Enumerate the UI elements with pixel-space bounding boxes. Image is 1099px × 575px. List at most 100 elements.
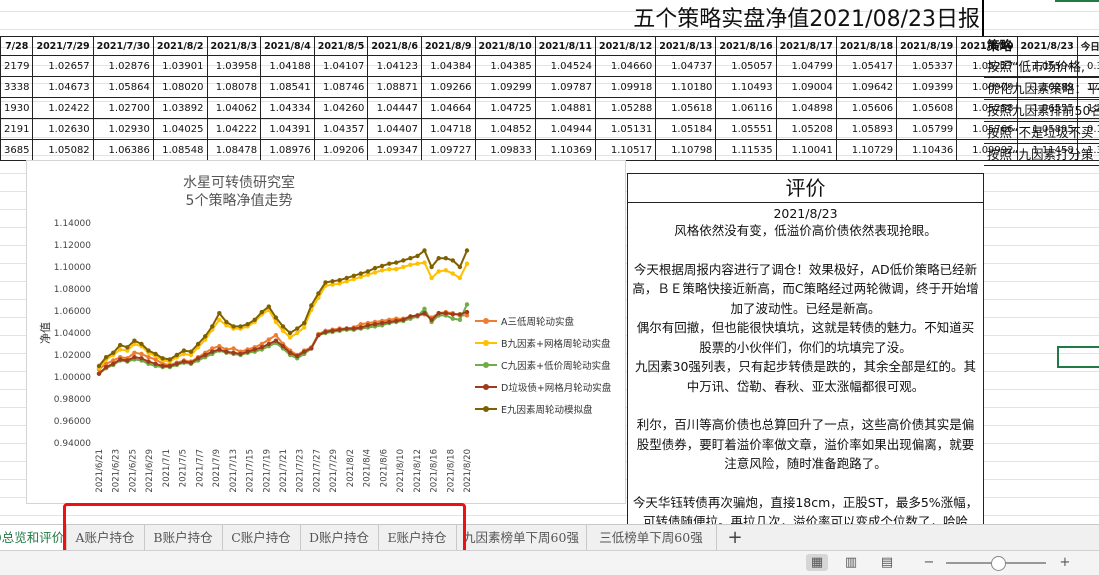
- table-cell[interactable]: 1.05618: [656, 98, 716, 119]
- table-cell[interactable]: 1.04725: [475, 98, 535, 119]
- table-cell[interactable]: 1.09833: [475, 140, 535, 161]
- table-cell[interactable]: 1.09266: [421, 77, 475, 98]
- table-cell[interactable]: 1.05208: [776, 119, 836, 140]
- table-cell[interactable]: 1.05893: [836, 119, 896, 140]
- table-cell[interactable]: 1.03958: [207, 56, 261, 77]
- table-cell[interactable]: 1.09727: [421, 140, 475, 161]
- table-cell[interactable]: 1.10493: [716, 77, 776, 98]
- table-cell[interactable]: 1.04944: [535, 119, 595, 140]
- table-cell[interactable]: 1.04898: [776, 98, 836, 119]
- table-cell[interactable]: 1.08548: [153, 140, 207, 161]
- table-cell[interactable]: 1.10798: [656, 140, 716, 161]
- table-cell[interactable]: 1.04357: [314, 119, 368, 140]
- table-cell[interactable]: 1.04123: [368, 56, 422, 77]
- table-cell[interactable]: 1.08871: [368, 77, 422, 98]
- nav-table[interactable]: 7/282021/7/292021/7/302021/8/22021/8/320…: [0, 36, 1099, 161]
- table-cell[interactable]: 1.04222: [207, 119, 261, 140]
- table-cell[interactable]: 2179: [1, 56, 33, 77]
- table-cell[interactable]: 2191: [1, 119, 33, 140]
- table-cell[interactable]: 1.02876: [93, 56, 153, 77]
- table-cell[interactable]: 1.02422: [33, 98, 93, 119]
- column-header[interactable]: 2021/8/10: [475, 37, 535, 56]
- column-header[interactable]: 2021/8/18: [836, 37, 896, 56]
- sheet-tab[interactable]: 三低榜单下周60强: [586, 525, 717, 551]
- strategy-cell[interactable]: 按照九因素排前50名: [984, 100, 1099, 122]
- table-cell[interactable]: 1.04062: [207, 98, 261, 119]
- table-cell[interactable]: 1.05057: [716, 56, 776, 77]
- table-cell[interactable]: 1.09918: [595, 77, 655, 98]
- table-cell[interactable]: 1.04107: [314, 56, 368, 77]
- column-header[interactable]: 2021/8/16: [716, 37, 776, 56]
- table-cell[interactable]: 1.09787: [535, 77, 595, 98]
- strategy-header[interactable]: 策略: [984, 36, 1099, 56]
- table-cell[interactable]: 1.04718: [421, 119, 475, 140]
- add-sheet-button[interactable]: +: [720, 525, 750, 551]
- table-cell[interactable]: 1.04260: [314, 98, 368, 119]
- table-cell[interactable]: 1.04737: [656, 56, 716, 77]
- table-cell[interactable]: 1.04799: [776, 56, 836, 77]
- comment-panel[interactable]: 评价 2021/8/23 风格依然没有变，低溢价高价债依然表现抢眼。今天根据周报…: [627, 173, 984, 524]
- table-cell[interactable]: 1.11535: [716, 140, 776, 161]
- sheet-tab[interactable]: 九因素榜单下周60强: [456, 525, 587, 551]
- table-cell[interactable]: 1.04385: [475, 56, 535, 77]
- column-header[interactable]: 2021/8/13: [656, 37, 716, 56]
- table-cell[interactable]: 1.08541: [261, 77, 315, 98]
- table-cell[interactable]: 1.09642: [836, 77, 896, 98]
- table-cell[interactable]: 1.10369: [535, 140, 595, 161]
- column-header[interactable]: 2021/8/9: [421, 37, 475, 56]
- table-cell[interactable]: 1.06116: [716, 98, 776, 119]
- table-cell[interactable]: 1.09399: [897, 77, 957, 98]
- column-header[interactable]: 2021/8/11: [535, 37, 595, 56]
- table-cell[interactable]: 1.05082: [33, 140, 93, 161]
- table-cell[interactable]: 1.04447: [368, 98, 422, 119]
- page-break-icon[interactable]: ▤: [876, 554, 898, 571]
- nav-chart[interactable]: 水星可转债研究室5个策略净值走势1.140001.120001.100001.0…: [26, 160, 626, 504]
- table-cell[interactable]: 1.04673: [33, 77, 93, 98]
- table-cell[interactable]: 1.04664: [421, 98, 475, 119]
- zoom-slider-knob[interactable]: [991, 556, 1006, 571]
- table-cell[interactable]: 1.05184: [656, 119, 716, 140]
- column-header[interactable]: 2021/7/30: [93, 37, 153, 56]
- column-header[interactable]: 2021/7/29: [33, 37, 93, 56]
- table-cell[interactable]: 1.04025: [153, 119, 207, 140]
- table-cell[interactable]: 1.02630: [33, 119, 93, 140]
- table-cell[interactable]: 1.03892: [153, 98, 207, 119]
- table-cell[interactable]: 1.09004: [776, 77, 836, 98]
- normal-view-icon[interactable]: ▦: [806, 554, 828, 571]
- strategy-cell[interactable]: 按照“九因素打分策: [984, 144, 1099, 166]
- column-header[interactable]: 2021/8/5: [314, 37, 368, 56]
- table-cell[interactable]: 1.10041: [776, 140, 836, 161]
- table-cell[interactable]: 1.08020: [153, 77, 207, 98]
- table-cell[interactable]: 1.04384: [421, 56, 475, 77]
- strategy-cell[interactable]: 按照“不是垃圾不买: [984, 122, 1099, 144]
- table-cell[interactable]: 1.05608: [897, 98, 957, 119]
- table-cell[interactable]: 1.03901: [153, 56, 207, 77]
- table-cell[interactable]: 1.09299: [475, 77, 535, 98]
- table-cell[interactable]: 1.08746: [314, 77, 368, 98]
- column-header[interactable]: 7/28: [1, 37, 33, 56]
- table-cell[interactable]: 1.10517: [595, 140, 655, 161]
- table-cell[interactable]: 1.06386: [93, 140, 153, 161]
- worksheet[interactable]: 五个策略实盘净值2021/08/23日报 7/282021/7/292021/7…: [0, 0, 1099, 524]
- table-cell[interactable]: 1.05417: [836, 56, 896, 77]
- column-header[interactable]: 2021/8/4: [261, 37, 315, 56]
- table-cell[interactable]: 1.08478: [207, 140, 261, 161]
- strategy-cell[interactable]: 优化九因素策略：平: [984, 78, 1099, 100]
- table-cell[interactable]: 1.04881: [535, 98, 595, 119]
- table-cell[interactable]: 1.05551: [716, 119, 776, 140]
- column-header[interactable]: 2021/8/3: [207, 37, 261, 56]
- table-cell[interactable]: 1.04852: [475, 119, 535, 140]
- table-cell[interactable]: 1.05606: [836, 98, 896, 119]
- table-cell[interactable]: 1.04407: [368, 119, 422, 140]
- column-header[interactable]: 2021/8/6: [368, 37, 422, 56]
- table-cell[interactable]: 1.05799: [897, 119, 957, 140]
- table-cell[interactable]: 1.04391: [261, 119, 315, 140]
- table-cell[interactable]: 1.05131: [595, 119, 655, 140]
- sheet-tab[interactable]: 0总览和评价: [0, 525, 67, 553]
- table-cell[interactable]: 1.08078: [207, 77, 261, 98]
- column-header[interactable]: 2021/8/17: [776, 37, 836, 56]
- column-header[interactable]: 2021/8/19: [897, 37, 957, 56]
- strategy-cell[interactable]: 按照“低市场价格,: [984, 56, 1099, 78]
- table-cell[interactable]: 1.02657: [33, 56, 93, 77]
- table-cell[interactable]: 1.08976: [261, 140, 315, 161]
